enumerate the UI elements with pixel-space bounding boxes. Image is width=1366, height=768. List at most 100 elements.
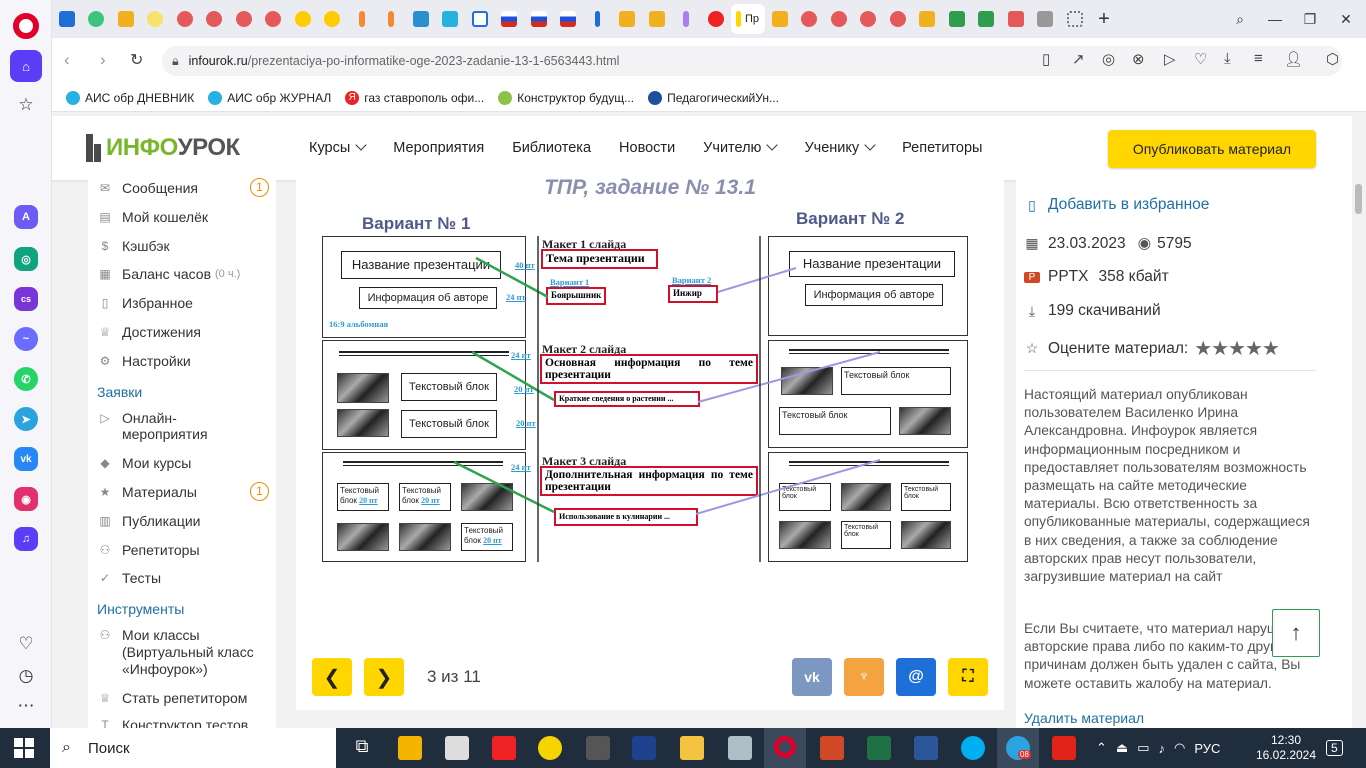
tab[interactable]: [465, 4, 494, 34]
aria-icon[interactable]: A: [14, 205, 38, 229]
menu-item-courses[interactable]: Курсы: [309, 139, 367, 156]
star-icon[interactable]: ☆: [16, 95, 36, 115]
scrollbar-thumb[interactable]: [1355, 184, 1362, 214]
menu-item-teacher[interactable]: Учителю: [703, 139, 779, 156]
app-icon[interactable]: [538, 736, 562, 760]
download-icon[interactable]: ⤓: [1224, 50, 1231, 67]
network-icon[interactable]: ◠: [1174, 740, 1185, 756]
app-icon[interactable]: [632, 736, 656, 760]
delete-material-link[interactable]: Удалить материал: [1024, 710, 1144, 726]
adblock-icon[interactable]: ⊗: [1132, 50, 1145, 68]
snapshot-icon[interactable]: ◎: [1102, 50, 1115, 68]
tab[interactable]: [436, 4, 465, 34]
language-indicator[interactable]: РУС: [1194, 741, 1220, 756]
sidebar-item-wallet[interactable]: ▤ Мой кошелёк: [98, 209, 208, 225]
prev-slide-button[interactable]: ❮: [312, 658, 352, 696]
reader-icon[interactable]: ▯: [1042, 50, 1050, 68]
tab[interactable]: [52, 4, 81, 34]
taskbar-search[interactable]: ⌕ Поиск: [50, 728, 336, 768]
bookmark[interactable]: ПедагогическийУн...: [648, 90, 779, 105]
infourok-logo[interactable]: ИНФО УРОК: [86, 134, 240, 162]
chevron-up-icon[interactable]: ⌃: [1096, 740, 1107, 756]
share-vk-button[interactable]: vk: [792, 658, 832, 696]
skype-icon[interactable]: [961, 736, 985, 760]
forward-icon[interactable]: ›: [100, 50, 106, 70]
tab[interactable]: [701, 4, 730, 34]
telegram-icon[interactable]: ➤: [14, 407, 38, 431]
menu-item-student[interactable]: Ученику: [804, 139, 876, 156]
sidebar-item-my-classes[interactable]: ⚇ Мои классы (Виртуальный класс «Инфоурок…: [98, 627, 262, 678]
home-icon[interactable]: ⌂: [10, 50, 42, 82]
app-icon[interactable]: [398, 736, 422, 760]
opera-logo-icon[interactable]: [13, 13, 39, 39]
history-icon[interactable]: ◷: [16, 666, 36, 686]
tab[interactable]: [524, 4, 553, 34]
add-favorite-link[interactable]: ▯ Добавить в избранное: [1024, 196, 1209, 214]
tab-grid-icon[interactable]: [1060, 4, 1089, 34]
bookmark[interactable]: Ягаз ставрополь офи...: [345, 90, 484, 105]
tab[interactable]: [642, 4, 671, 34]
file-explorer-icon[interactable]: [680, 736, 704, 760]
music-icon[interactable]: ♫: [14, 527, 38, 551]
volume-icon[interactable]: ♪: [1159, 741, 1166, 756]
tab[interactable]: [672, 4, 701, 34]
menu-item-events[interactable]: Мероприятия: [393, 140, 484, 156]
tab[interactable]: [883, 4, 912, 34]
vk-icon[interactable]: vk: [14, 447, 38, 471]
battery-icon[interactable]: ▭: [1137, 740, 1149, 756]
sidebar-item-messages[interactable]: ✉ Сообщения: [98, 180, 198, 196]
tab[interactable]: [141, 4, 170, 34]
excel-icon[interactable]: [867, 736, 891, 760]
clock[interactable]: 12:30 16.02.2024: [1256, 728, 1316, 768]
telegram-taskbar-item[interactable]: 08: [997, 728, 1039, 768]
bookmark[interactable]: АИС обр ДНЕВНИК: [66, 90, 194, 105]
tab[interactable]: [942, 4, 971, 34]
notifications-icon[interactable]: 5: [1326, 728, 1343, 768]
fullscreen-button[interactable]: ⛶: [948, 658, 988, 696]
sidebar-item-favorites[interactable]: ▯ Избранное: [98, 295, 193, 311]
sidebar-item-publications[interactable]: ▥ Публикации: [98, 513, 200, 529]
heart-icon[interactable]: ♡: [16, 634, 36, 654]
tab[interactable]: [318, 4, 347, 34]
messenger-icon[interactable]: ~: [14, 327, 38, 351]
acrobat-icon[interactable]: [1052, 736, 1076, 760]
sidebar-item-my-courses[interactable]: ◆ Мои курсы: [98, 455, 191, 471]
word-icon[interactable]: [914, 736, 938, 760]
sidebar-item-online-events[interactable]: ▷ Онлайн-мероприятия: [98, 410, 248, 442]
app-icon[interactable]: [586, 736, 610, 760]
player-icon[interactable]: ▷: [1164, 50, 1176, 68]
search-tabs-icon[interactable]: ⌕: [1222, 0, 1258, 38]
tab-active[interactable]: Пр: [730, 4, 765, 34]
tab[interactable]: [200, 4, 229, 34]
yandex-browser-icon[interactable]: [492, 736, 516, 760]
bookmark[interactable]: АИС обр ЖУРНАЛ: [208, 90, 331, 105]
tab[interactable]: [170, 4, 199, 34]
sidebar-item-achievements[interactable]: ♕ Достижения: [98, 324, 201, 340]
chatgpt-icon[interactable]: ◎: [14, 247, 38, 271]
tab[interactable]: [82, 4, 111, 34]
tab[interactable]: [1001, 4, 1030, 34]
sidebar-item-become-tutor[interactable]: ♕ Стать репетитором: [98, 690, 248, 706]
tab[interactable]: [913, 4, 942, 34]
app-icon[interactable]: [445, 736, 469, 760]
sidebar-item-settings[interactable]: ⚙ Настройки: [98, 353, 191, 369]
sidebar-item-test-builder[interactable]: T Конструктор тестов: [98, 717, 248, 728]
opera-taskbar-item[interactable]: [764, 728, 806, 768]
tab[interactable]: [583, 4, 612, 34]
restore-icon[interactable]: ❐: [1292, 0, 1328, 38]
tab[interactable]: [111, 4, 140, 34]
tab[interactable]: [795, 4, 824, 34]
chatsonic-icon[interactable]: cs: [14, 287, 38, 311]
tab[interactable]: [1031, 4, 1060, 34]
extensions-icon[interactable]: ⬡: [1326, 50, 1339, 68]
back-icon[interactable]: ‹: [64, 50, 70, 70]
tab[interactable]: [554, 4, 583, 34]
sidebar-item-materials[interactable]: ★ Материалы: [98, 484, 197, 500]
tab[interactable]: [854, 4, 883, 34]
tab[interactable]: [377, 4, 406, 34]
close-icon[interactable]: ✕: [1328, 0, 1364, 38]
calculator-icon[interactable]: [728, 736, 752, 760]
share-mail-button[interactable]: @: [896, 658, 936, 696]
task-view-icon[interactable]: ⧉: [350, 736, 374, 760]
tab[interactable]: [765, 4, 794, 34]
